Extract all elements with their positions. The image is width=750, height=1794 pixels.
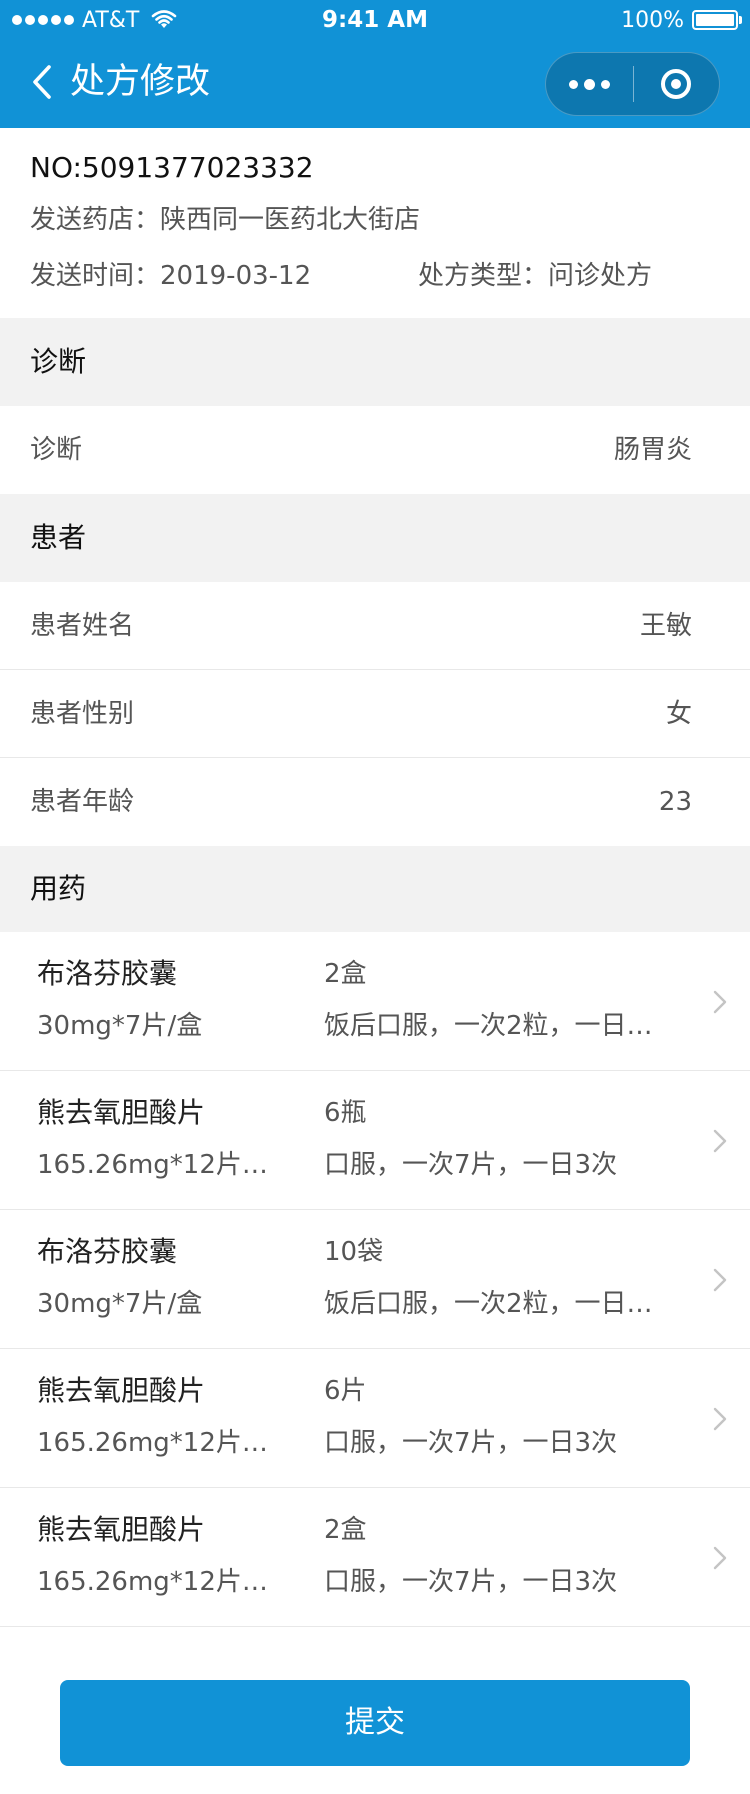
medicine-row[interactable]: 熊去氧胆酸片 165.26mg*12片… 6片 口服，一次7片，一日3次: [0, 1349, 750, 1488]
diagnosis-row: 诊断 肠胃炎: [0, 406, 750, 494]
page-title: 处方修改: [70, 62, 211, 102]
medicine-spec: 165.26mg*12片…: [37, 1150, 268, 1180]
mini-program-capsule: [545, 52, 720, 116]
medicine-usage: 饭后口服，一次2粒，一日…: [324, 1011, 653, 1041]
medicine-row[interactable]: 布洛芬胶囊 30mg*7片/盒 10袋 饭后口服，一次2粒，一日…: [0, 1210, 750, 1349]
chevron-right-icon: [713, 1268, 727, 1292]
more-dots-icon: [568, 79, 578, 89]
patient-gender-row: 患者性别 女: [0, 670, 750, 758]
medicine-usage: 口服，一次7片，一日3次: [324, 1567, 618, 1597]
medicine-quantity: 6片: [324, 1376, 367, 1406]
status-right: 100%: [621, 6, 742, 34]
send-time-value: 2019-03-12: [160, 261, 312, 291]
medicine-spec: 165.26mg*12片…: [37, 1428, 268, 1458]
close-mini-program-button[interactable]: [634, 52, 720, 116]
chevron-right-icon: [713, 990, 727, 1014]
battery-icon: [692, 10, 742, 30]
back-button[interactable]: [20, 60, 64, 104]
section-header-medication: 用药: [0, 846, 750, 932]
medicine-spec: 30mg*7片/盒: [37, 1011, 203, 1041]
more-button[interactable]: [546, 52, 633, 116]
prescription-info: NO:5091377023332 发送药店：陕西同一医药北大街店 发送时间：20…: [0, 128, 750, 318]
medicine-name: 熊去氧胆酸片: [37, 1374, 206, 1407]
medicine-spec: 165.26mg*12片…: [37, 1567, 268, 1597]
pharmacy-label: 发送药店：: [30, 205, 161, 235]
prescription-number: NO:5091377023332: [30, 151, 314, 184]
send-time-line: 发送时间：2019-03-12: [30, 256, 311, 296]
medicine-quantity: 10袋: [324, 1237, 384, 1267]
chevron-right-icon: [713, 1546, 727, 1570]
patient-name-label: 患者姓名: [30, 611, 135, 641]
submit-button[interactable]: 提交: [60, 1680, 690, 1766]
medicine-row[interactable]: 布洛芬胶囊 30mg*7片/盒 2盒 饭后口服，一次2粒，一日…: [0, 932, 750, 1071]
diagnosis-value: 肠胃炎: [613, 435, 692, 465]
medicine-name: 熊去氧胆酸片: [37, 1096, 206, 1129]
medicine-name: 布洛芬胶囊: [37, 1235, 178, 1268]
target-circle-icon: [661, 69, 692, 99]
medicine-quantity: 6瓶: [324, 1098, 367, 1128]
medicine-row[interactable]: 熊去氧胆酸片 165.26mg*12片… 2盒 口服，一次7片，一日3次: [0, 1488, 750, 1627]
medicine-usage: 口服，一次7片，一日3次: [324, 1428, 618, 1458]
patient-gender-label: 患者性别: [30, 699, 135, 729]
send-time-label: 发送时间：: [30, 261, 161, 291]
section-header-patient: 患者: [0, 494, 750, 582]
pharmacy-value: 陕西同一医药北大街店: [160, 205, 421, 235]
chevron-left-icon: [33, 65, 51, 99]
patient-age-row: 患者年龄 23: [0, 758, 750, 846]
medicine-spec: 30mg*7片/盒: [37, 1289, 203, 1319]
medicine-name: 布洛芬胶囊: [37, 957, 178, 990]
diagnosis-label: 诊断: [30, 435, 83, 465]
medicine-name: 熊去氧胆酸片: [37, 1513, 206, 1546]
section-header-diagnosis: 诊断: [0, 318, 750, 406]
patient-name-value: 王敏: [639, 611, 692, 641]
prescription-type-label: 处方类型：: [418, 261, 549, 291]
prescription-type-line: 处方类型：问诊处方: [418, 256, 652, 296]
chevron-right-icon: [713, 1407, 727, 1431]
battery-percent: 100%: [621, 7, 684, 33]
patient-age-label: 患者年龄: [30, 787, 135, 817]
status-bar: AT&T 9:41 AM 100%: [0, 0, 750, 40]
patient-age-value: 23: [658, 787, 692, 817]
medicine-row[interactable]: 熊去氧胆酸片 165.26mg*12片… 6瓶 口服，一次7片，一日3次: [0, 1071, 750, 1210]
medicine-usage: 口服，一次7片，一日3次: [324, 1150, 618, 1180]
pharmacy-line: 发送药店：陕西同一医药北大街店: [30, 200, 420, 240]
nav-bar: 处方修改: [0, 40, 750, 128]
chevron-right-icon: [713, 1129, 727, 1153]
medicine-quantity: 2盒: [324, 959, 367, 989]
medicine-quantity: 2盒: [324, 1515, 367, 1545]
medicine-usage: 饭后口服，一次2粒，一日…: [324, 1289, 653, 1319]
prescription-type-value: 问诊处方: [548, 261, 653, 291]
header: AT&T 9:41 AM 100% 处方修改: [0, 0, 750, 128]
patient-gender-value: 女: [665, 699, 692, 729]
patient-name-row: 患者姓名 王敏: [0, 582, 750, 670]
